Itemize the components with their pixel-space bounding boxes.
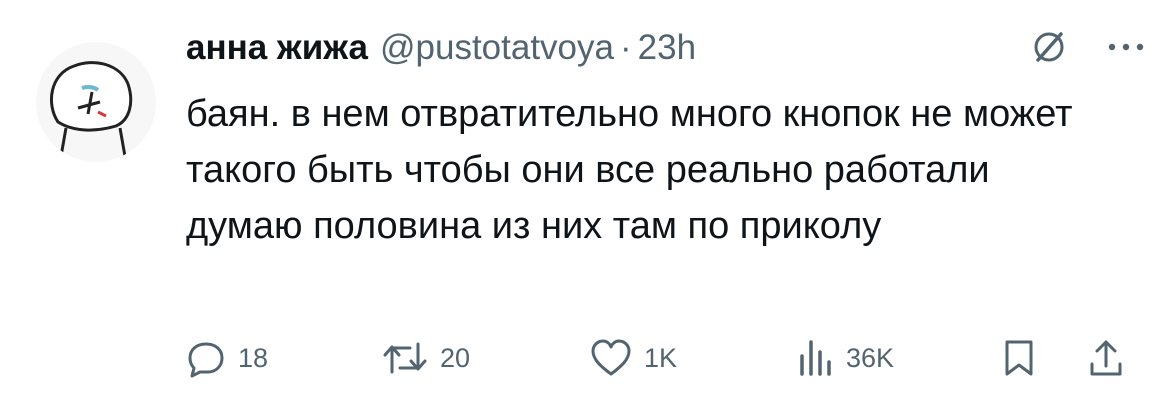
retweet-count: 20	[440, 342, 471, 373]
tweet-content: анна жижа @pustotatvoya · 23h баян. в не…	[186, 22, 1146, 254]
more-icon[interactable]	[1106, 41, 1146, 53]
separator-dot: ·	[619, 27, 632, 67]
avatar[interactable]	[36, 42, 156, 162]
author-name[interactable]: анна жижа	[186, 30, 368, 65]
grok-icon[interactable]	[1030, 28, 1068, 66]
bookmark-button[interactable]	[1002, 336, 1036, 380]
like-icon	[591, 339, 631, 376]
reply-button[interactable]: 18	[186, 336, 268, 380]
views-count: 36K	[846, 342, 895, 373]
tweet-time[interactable]: 23h	[638, 30, 696, 65]
bookmark-icon	[1005, 340, 1033, 376]
tweet-text: баян. в нем отвратительно много кнопок н…	[186, 93, 1073, 247]
retweet-button[interactable]: 20	[382, 336, 470, 380]
share-button[interactable]	[1088, 336, 1124, 380]
share-icon	[1090, 340, 1122, 376]
header-actions	[1030, 28, 1146, 66]
avatar-image	[36, 42, 156, 162]
views-button[interactable]: 36K	[798, 336, 894, 380]
tweet-header: анна жижа @pustotatvoya · 23h	[186, 22, 1146, 72]
retweet-icon	[383, 342, 427, 374]
tweet-actions: 18 20 1K 36K	[186, 336, 1136, 380]
like-button[interactable]: 1K	[590, 336, 677, 380]
reply-icon	[188, 342, 224, 378]
author-handle[interactable]: @pustotatvoya	[380, 30, 614, 65]
views-icon	[800, 340, 831, 376]
reply-count: 18	[238, 342, 269, 373]
like-count: 1K	[644, 342, 678, 373]
